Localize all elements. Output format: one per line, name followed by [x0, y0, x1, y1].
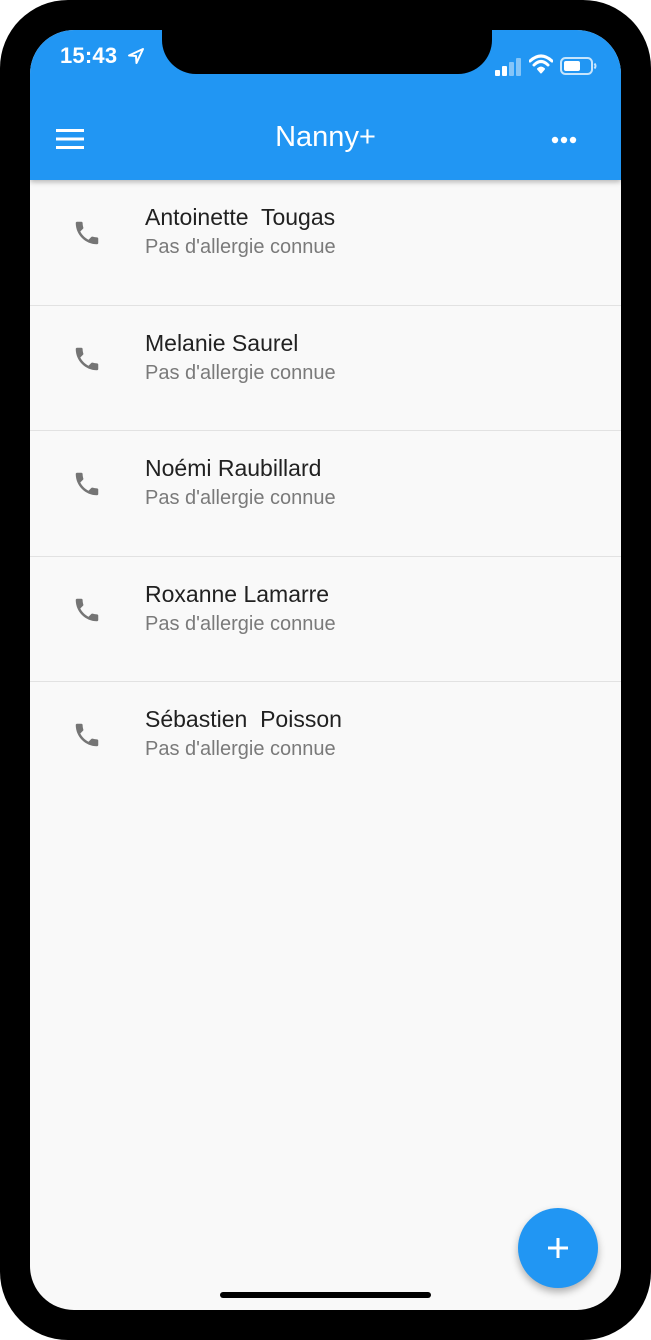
status-time: 15:43 [60, 43, 118, 68]
phone-icon [75, 724, 99, 747]
contact-list-item[interactable]: Antoinette Tougas Pas d'allergie connue [30, 180, 621, 306]
more-horizontal-icon[interactable] [550, 130, 578, 150]
contact-list-item[interactable]: Roxanne Lamarre Pas d'allergie connue [30, 557, 621, 683]
contact-name: Noémi Raubillard [145, 455, 322, 482]
contact-name: Melanie Saurel [145, 329, 299, 356]
contact-name: Roxanne Lamarre [145, 580, 330, 607]
contact-name: Antoinette Tougas [145, 204, 336, 230]
location-icon [128, 48, 144, 64]
device-notch [162, 30, 492, 74]
app-title: Nanny+ [275, 121, 376, 153]
contact-list-item[interactable]: Noémi Raubillard Pas d'allergie connue [30, 431, 621, 557]
home-indicator[interactable] [220, 1292, 431, 1298]
contact-allergy-status: Pas d'allergie connue [145, 738, 336, 761]
battery-icon [560, 57, 597, 75]
contact-name: Sébastien Poisson [145, 706, 342, 733]
phone-icon [75, 472, 99, 496]
app-screen: 15:43 Nanny+ Antoinette Tougas Pas d'all… [30, 30, 621, 1310]
contact-list-item[interactable]: Melanie Saurel Pas d'allergie connue [30, 306, 621, 432]
contact-allergy-status: Pas d'allergie connue [145, 236, 336, 258]
add-contact-button[interactable] [518, 1208, 598, 1288]
contact-allergy-status: Pas d'allergie connue [145, 612, 336, 635]
contact-allergy-status: Pas d'allergie connue [145, 487, 336, 510]
phone-icon [75, 598, 99, 622]
contact-list-item[interactable]: Sébastien Poisson Pas d'allergie connue [30, 682, 621, 808]
contact-allergy-status: Pas d'allergie connue [145, 361, 336, 384]
phone-icon [75, 221, 99, 245]
phone-icon [75, 347, 99, 370]
contact-list: Antoinette Tougas Pas d'allergie connue … [30, 180, 621, 808]
phone-frame: 15:43 Nanny+ Antoinette Tougas Pas d'all… [0, 0, 651, 1340]
wifi-icon [529, 54, 553, 74]
cellular-signal-icon [495, 58, 521, 76]
add-icon [548, 1238, 568, 1258]
